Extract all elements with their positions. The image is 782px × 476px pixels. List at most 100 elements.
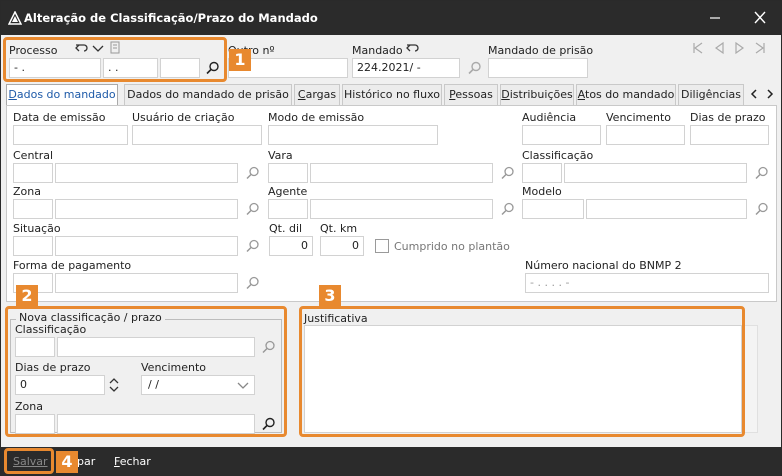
- search-icon-forma-pagamento[interactable]: [245, 275, 261, 291]
- data-emissao-field[interactable]: [13, 125, 128, 145]
- central-code-field[interactable]: [13, 163, 53, 183]
- tab-label: tos do mandado: [585, 88, 675, 101]
- app-logo-icon: [7, 10, 23, 25]
- agente-name-field[interactable]: [310, 199, 493, 219]
- tab-label-mnemonic: C: [297, 88, 306, 101]
- tab-diligencias[interactable]: Diligências: [678, 84, 744, 105]
- agente-code-field[interactable]: [268, 199, 308, 219]
- usuario-criacao-field[interactable]: [132, 125, 262, 145]
- zona-name-field[interactable]: [55, 199, 238, 219]
- search-icon-agente[interactable]: [500, 201, 516, 217]
- bnmp-label: Número nacional do BNMP 2: [525, 259, 682, 272]
- forma-pagamento-name-field[interactable]: [55, 273, 238, 293]
- qt-km-field[interactable]: 0: [320, 236, 364, 256]
- callout-box-1: [3, 37, 227, 82]
- tab-label: Diligências: [681, 88, 741, 101]
- last-record-icon[interactable]: [753, 41, 767, 55]
- audiencia-field[interactable]: [522, 125, 601, 145]
- mandado-label: Mandado: [352, 44, 403, 57]
- vencimento-label: Vencimento: [606, 111, 672, 124]
- tab-label: istribuições: [509, 88, 573, 101]
- vencimento-field[interactable]: [606, 125, 685, 145]
- mandado-prisao-field[interactable]: [488, 58, 588, 78]
- dias-prazo-field[interactable]: [690, 125, 769, 145]
- tab-cargas[interactable]: Cargas: [294, 84, 340, 105]
- tab-bar: Dados do mandado Dados do mandado de pri…: [6, 84, 779, 106]
- central-name-field[interactable]: [55, 163, 238, 183]
- minimize-button[interactable]: [704, 8, 726, 28]
- modelo-name-field[interactable]: [586, 199, 747, 219]
- chevron-left-icon[interactable]: [747, 87, 761, 101]
- search-icon-situacao[interactable]: [245, 238, 261, 254]
- window: Alteração de Classificação/Prazo do Mand…: [0, 0, 782, 476]
- tab-label: Dados do mandado de prisão: [127, 88, 289, 101]
- first-record-icon[interactable]: [691, 41, 705, 55]
- bnmp-field[interactable]: - . . . . -: [525, 273, 769, 293]
- tab-label-mnemonic: A: [577, 88, 585, 101]
- tab-label: ados do mandado: [16, 88, 116, 101]
- situacao-name-field[interactable]: [55, 236, 238, 256]
- situacao-label: Situação: [13, 222, 61, 235]
- cumprido-plantao-label: Cumprido no plantão: [394, 240, 510, 253]
- previous-record-icon[interactable]: [713, 41, 727, 55]
- modelo-code-field[interactable]: [522, 199, 584, 219]
- undo-icon-mandado[interactable]: [405, 40, 421, 56]
- limpar-button[interactable]: par: [77, 455, 95, 468]
- agente-label: Agente: [268, 185, 308, 198]
- search-icon-vara[interactable]: [500, 165, 516, 181]
- usuario-criacao-label: Usuário de criação: [132, 111, 235, 124]
- tab-dados-mandado-prisao[interactable]: Dados do mandado de prisão: [124, 84, 292, 105]
- fechar-button[interactable]: Fechar: [114, 455, 151, 468]
- tab-label-mnemonic: D: [501, 88, 510, 101]
- qt-km-label: Qt. km: [320, 222, 358, 235]
- tab-historico-fluxo[interactable]: Histórico no fluxo: [342, 84, 442, 105]
- search-icon-modelo[interactable]: [754, 201, 770, 217]
- modo-emissao-label: Modo de emissão: [268, 111, 365, 124]
- tab-atos-do-mandado[interactable]: Atos do mandado: [576, 84, 676, 105]
- classificacao-name-field[interactable]: [564, 163, 747, 183]
- callout-badge-2: 2: [16, 285, 38, 307]
- central-label: Central: [13, 149, 54, 162]
- modo-emissao-field[interactable]: [268, 125, 438, 145]
- bottom-bar: Salvar par Fechar 4: [1, 447, 781, 475]
- classificacao-code-field[interactable]: [522, 163, 562, 183]
- cumprido-plantao-checkbox[interactable]: [375, 239, 389, 253]
- tab-label: Histórico no fluxo: [344, 88, 440, 101]
- callout-box-3: [299, 306, 745, 437]
- modelo-label: Modelo: [522, 185, 562, 198]
- tab-dados-do-mandado[interactable]: Dados do mandado: [6, 84, 118, 106]
- tab-pessoas[interactable]: Pessoas: [444, 84, 498, 105]
- title-bar: Alteração de Classificação/Prazo do Mand…: [1, 1, 781, 35]
- next-record-icon[interactable]: [732, 41, 746, 55]
- callout-box-4: [4, 448, 54, 474]
- qt-dil-field[interactable]: 0: [269, 236, 313, 256]
- mandado-field[interactable]: 224.2021/ -: [352, 58, 460, 78]
- classificacao-label: Classificação: [522, 149, 594, 162]
- vara-label: Vara: [268, 149, 293, 162]
- mandado-prisao-label: Mandado de prisão: [488, 44, 594, 57]
- tab-label: essoas: [455, 88, 493, 101]
- window-title: Alteração de Classificação/Prazo do Mand…: [24, 11, 318, 25]
- audiencia-label: Audiência: [522, 111, 577, 124]
- callout-badge-4: 4: [56, 451, 78, 473]
- chevron-right-icon[interactable]: [763, 87, 777, 101]
- callout-box-2: [5, 306, 287, 437]
- close-button[interactable]: [749, 8, 771, 28]
- search-icon-zona[interactable]: [245, 201, 261, 217]
- tab-distribuicoes[interactable]: Distribuições: [500, 84, 574, 105]
- data-emissao-label: Data de emissão: [13, 111, 106, 124]
- situacao-code-field[interactable]: [13, 236, 53, 256]
- vara-name-field[interactable]: [310, 163, 493, 183]
- callout-badge-1: 1: [229, 49, 251, 71]
- qt-dil-label: Qt. dil: [269, 222, 303, 235]
- tab-label-mnemonic: D: [8, 88, 17, 101]
- vara-code-field[interactable]: [268, 163, 308, 183]
- search-icon-central[interactable]: [245, 165, 261, 181]
- search-icon-classificacao[interactable]: [754, 165, 770, 181]
- search-icon-mandado[interactable]: [467, 60, 483, 76]
- fechar-label: echar: [119, 455, 151, 468]
- zona-code-field[interactable]: [13, 199, 53, 219]
- zona-label: Zona: [13, 185, 41, 198]
- dias-prazo-label: Dias de prazo: [690, 111, 766, 124]
- forma-pagamento-label: Forma de pagamento: [13, 259, 132, 272]
